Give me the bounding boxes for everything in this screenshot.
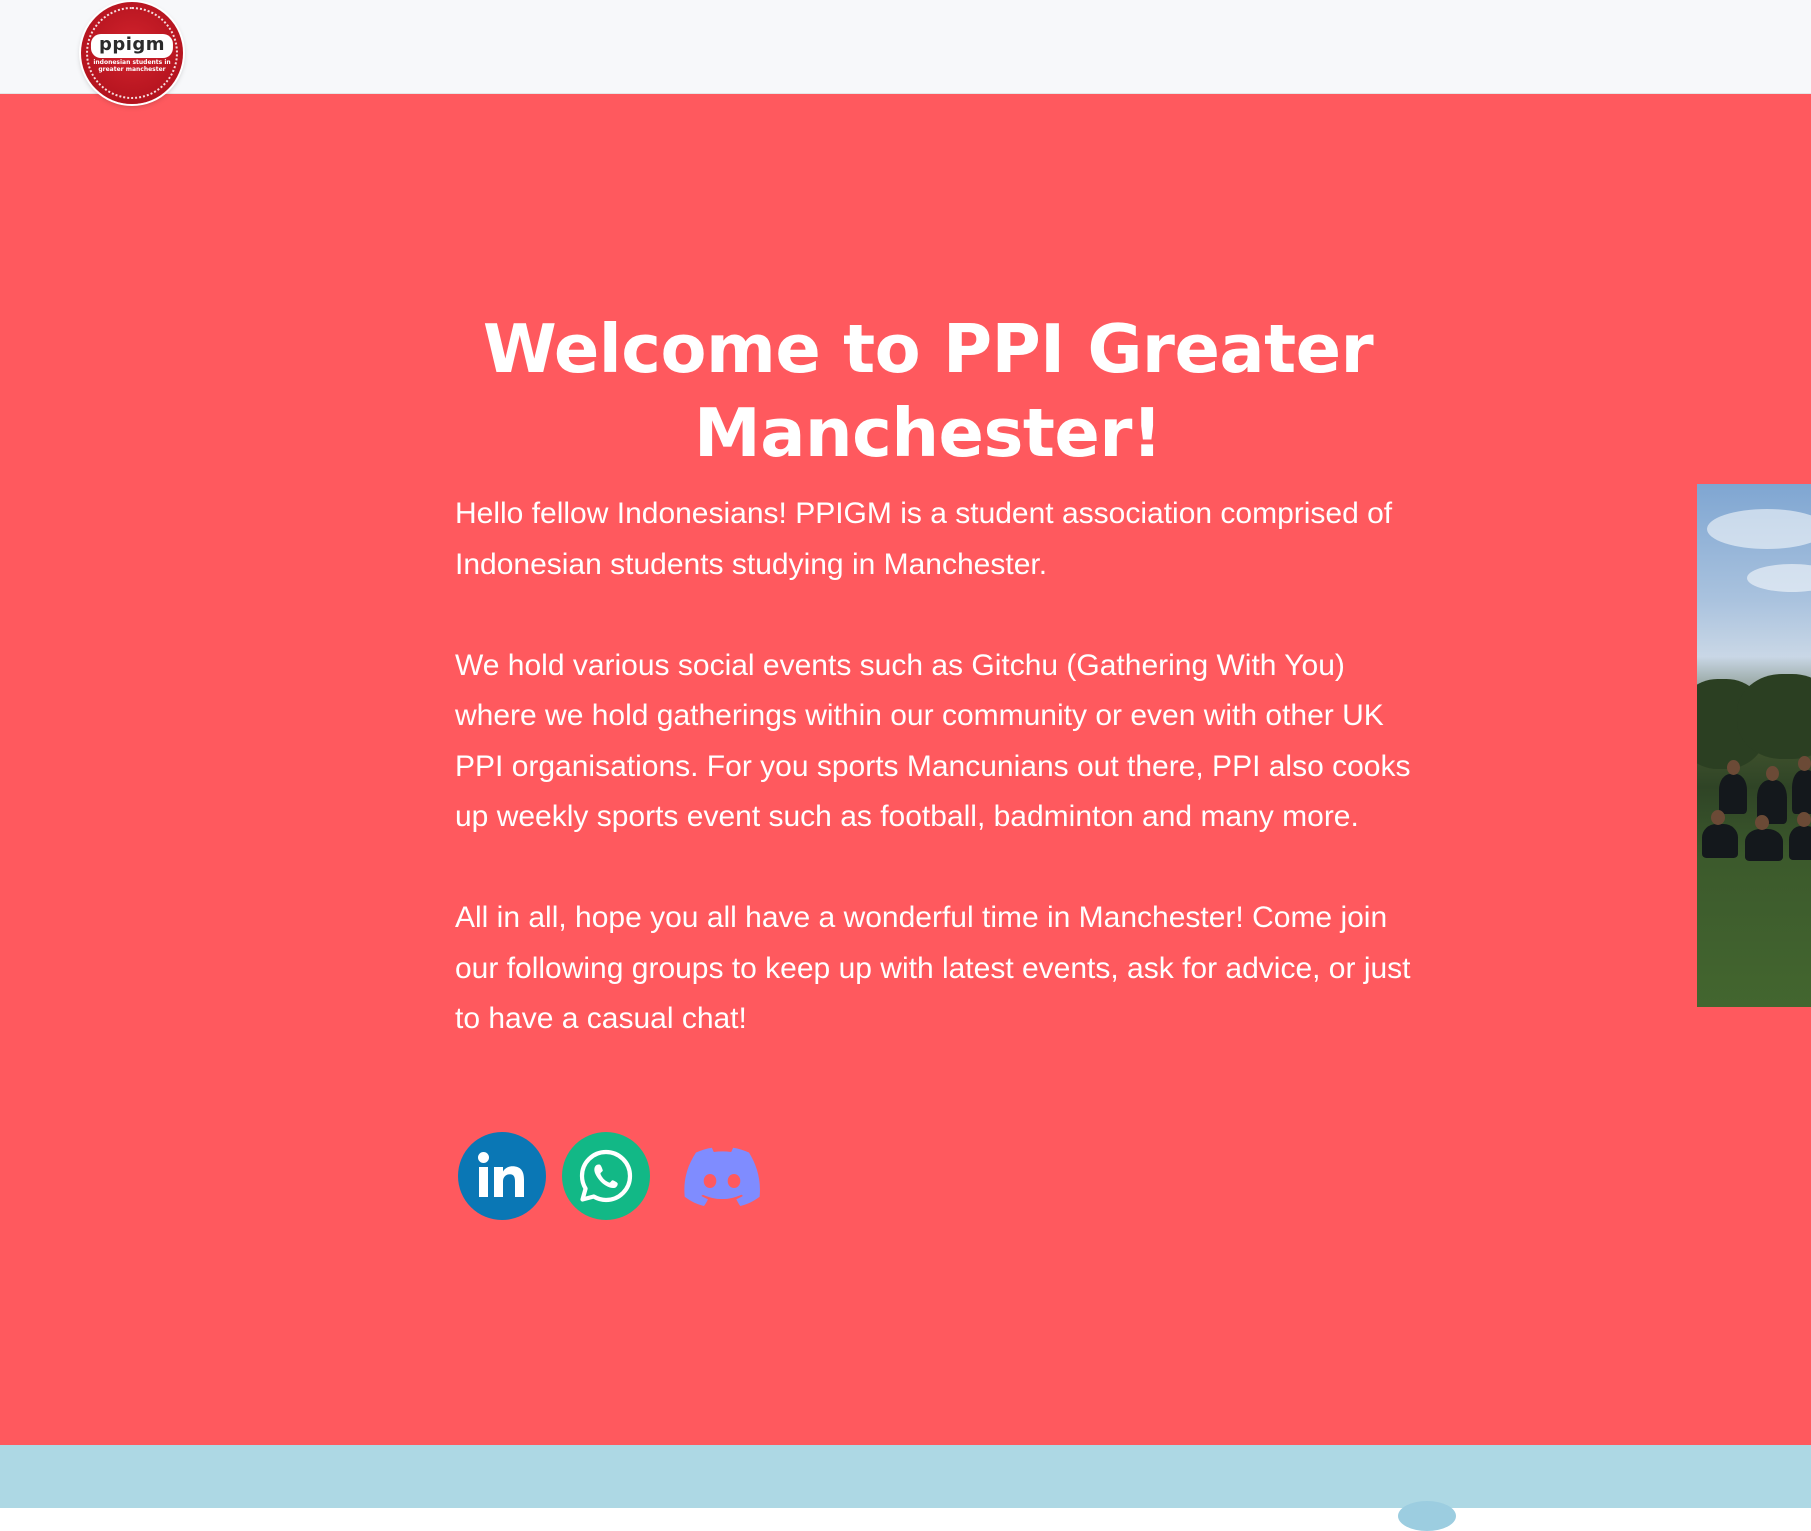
intro-paragraph: Hello fellow Indonesians! PPIGM is a stu…: [455, 497, 1393, 581]
next-section-band: [0, 1445, 1811, 1531]
ppigm-logo[interactable]: ppigm indonesian students in greater man…: [81, 2, 183, 104]
logo-tagline: indonesian students in greater mancheste…: [93, 59, 171, 73]
events-paragraph: We hold various social events such as Gi…: [455, 648, 1411, 834]
discord-icon: [684, 1147, 760, 1206]
whatsapp-button[interactable]: [562, 1132, 650, 1220]
group-photo: [1697, 484, 1811, 1007]
whatsapp-icon: [579, 1149, 633, 1203]
logo-wordmark: ppigm: [90, 34, 174, 58]
linkedin-icon: [478, 1152, 524, 1197]
join-paragraph: All in all, hope you all have a wonderfu…: [455, 901, 1411, 1035]
hero-section: Welcome to PPI Greater Manchester! Hello…: [0, 93, 1811, 1445]
linkedin-button[interactable]: [458, 1132, 546, 1220]
hero-body: Hello fellow Indonesians! PPIGM is a stu…: [455, 489, 1415, 1095]
discord-button[interactable]: [672, 1132, 772, 1220]
social-links: [458, 1131, 788, 1221]
top-navbar: [0, 0, 1811, 94]
section-decoration: [1398, 1501, 1456, 1531]
hero-title: Welcome to PPI Greater Manchester!: [482, 310, 1374, 472]
